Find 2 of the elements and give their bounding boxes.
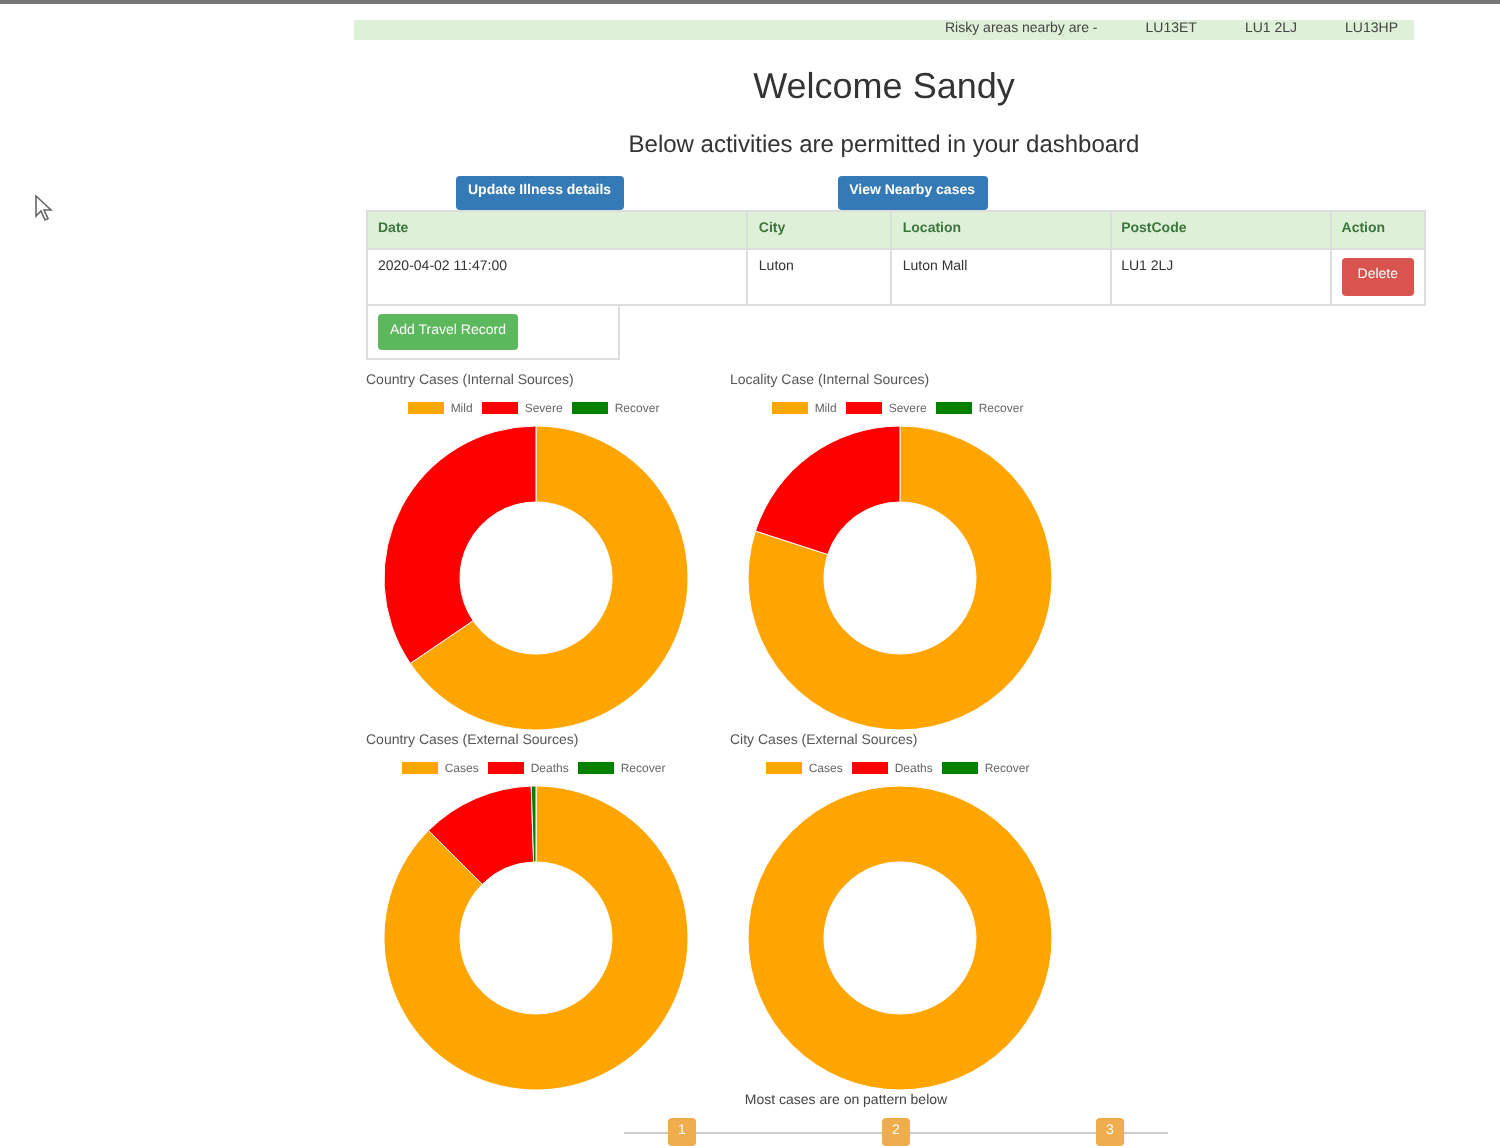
welcome-heading: Welcome Sandy [751,64,1017,108]
dashboard-subheading: Below activities are permitted in your dashboard [626,128,1142,160]
